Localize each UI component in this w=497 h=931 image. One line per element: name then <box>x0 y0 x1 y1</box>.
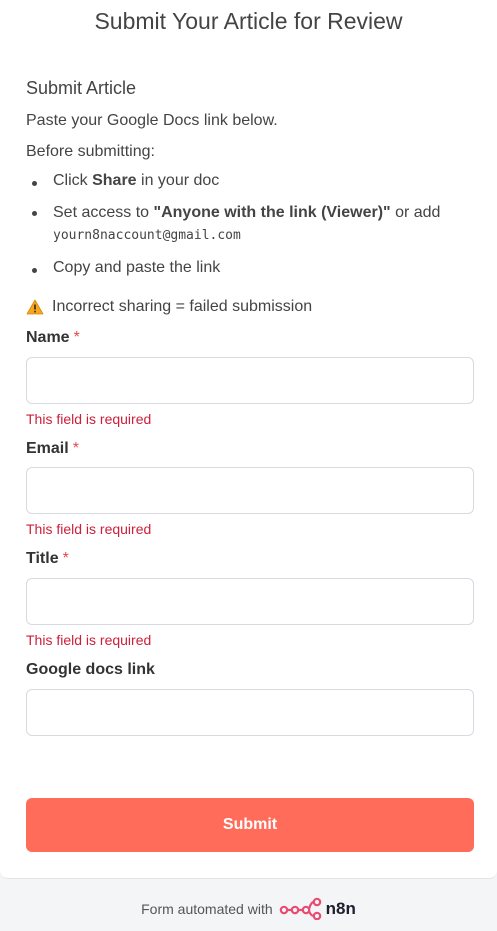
warning-notice: Incorrect sharing = failed submission <box>26 298 312 316</box>
list-item-text: in your doc <box>136 172 220 189</box>
instruction-list: Click Share in your doc Set access to "A… <box>26 172 476 277</box>
submit-button[interactable]: Submit <box>26 798 474 852</box>
list-item-bold: Share <box>92 172 137 189</box>
footer: Form automated with n8n <box>0 894 497 924</box>
list-item: Click Share in your doc <box>26 172 476 190</box>
title-input[interactable] <box>26 578 474 625</box>
docs-link-input[interactable] <box>26 689 474 736</box>
list-item-text: Copy and paste the link <box>53 259 221 276</box>
required-mark: * <box>62 550 69 567</box>
name-input[interactable] <box>26 357 474 404</box>
warning-icon <box>26 299 44 315</box>
list-item-text: Set access to <box>53 204 154 221</box>
name-error: This field is required <box>26 411 152 427</box>
email-error: This field is required <box>26 521 152 537</box>
account-email: yourn8naccount@gmail.com <box>53 228 241 243</box>
email-label-text: Email <box>26 440 69 457</box>
list-item-text: Click <box>53 172 93 189</box>
n8n-logo-icon <box>279 896 323 923</box>
section-title: Submit Article <box>26 78 137 98</box>
docs-link-label: Google docs link <box>26 661 155 678</box>
list-item-bold: "Anyone with the link (Viewer)" <box>153 204 391 221</box>
page-title: Submit Your Article for Review <box>94 8 403 34</box>
title-error: This field is required <box>26 632 152 648</box>
title-label-text: Title <box>26 550 59 567</box>
list-item: Set access to "Anyone with the link (Vie… <box>26 202 476 247</box>
name-label-text: Name <box>26 329 70 346</box>
instruction-line: Before submitting: <box>26 143 155 160</box>
email-label: Email * <box>26 440 79 458</box>
email-input[interactable] <box>26 467 474 514</box>
title-label: Title * <box>26 550 69 568</box>
n8n-logo[interactable]: n8n <box>279 896 356 923</box>
list-item-text: or add <box>390 204 441 221</box>
n8n-brand-text: n8n <box>325 899 356 918</box>
instruction-line: Paste your Google Docs link below. <box>26 112 278 129</box>
footer-text: Form automated with <box>141 901 273 917</box>
form-card: Submit Your Article for Review Submit Ar… <box>0 0 497 879</box>
list-item: Copy and paste the link <box>26 259 476 277</box>
required-mark: * <box>73 329 80 346</box>
required-mark: * <box>72 440 79 457</box>
name-label: Name * <box>26 329 80 347</box>
warning-text: Incorrect sharing = failed submission <box>52 298 313 315</box>
